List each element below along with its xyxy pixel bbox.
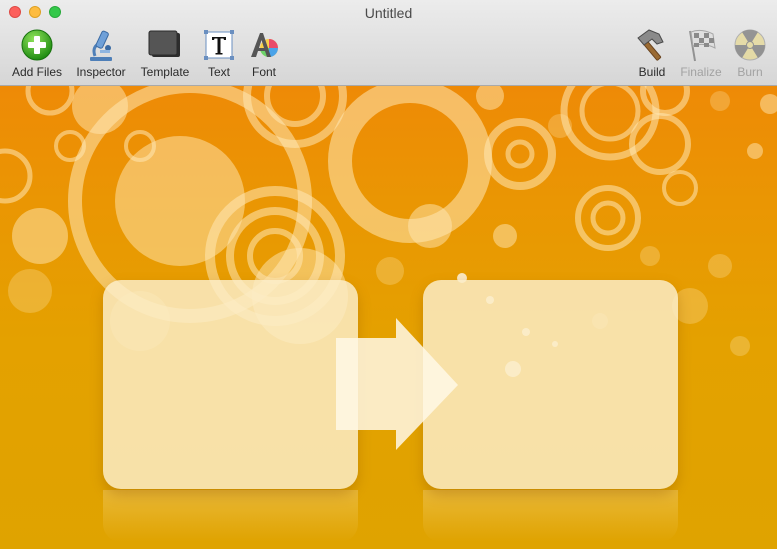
hammer-icon — [634, 27, 670, 63]
template-button[interactable]: Template — [136, 27, 194, 81]
left-dropzone-reflection — [103, 490, 358, 542]
window-title: Untitled — [364, 5, 413, 21]
inspector-label: Inspector — [76, 65, 126, 79]
checkered-flag-icon — [683, 27, 719, 63]
add-files-button[interactable]: Add Files — [8, 27, 66, 81]
template-icon — [147, 27, 183, 63]
burn-button[interactable]: Burn — [731, 27, 769, 81]
finalize-button[interactable]: Finalize — [677, 27, 725, 81]
app-window: Untitled Add Files Inspector Template Te… — [0, 0, 777, 549]
microscope-icon — [83, 27, 119, 63]
right-arrow-icon — [336, 318, 458, 450]
text-label: Text — [207, 65, 230, 79]
font-button[interactable]: Font — [244, 27, 284, 81]
font-label: Font — [251, 65, 276, 79]
text-button[interactable]: Text — [200, 27, 238, 81]
template-label: Template — [140, 65, 190, 79]
font-icon — [246, 27, 282, 63]
add-files-label: Add Files — [11, 65, 63, 79]
add-files-icon — [19, 27, 55, 63]
theme-canvas — [0, 86, 777, 549]
right-dropzone[interactable] — [423, 280, 678, 489]
burn-label: Burn — [737, 65, 763, 79]
radiation-icon — [732, 27, 768, 63]
left-dropzone[interactable] — [103, 280, 358, 489]
build-button[interactable]: Build — [632, 27, 672, 81]
inspector-button[interactable]: Inspector — [72, 27, 130, 81]
build-label: Build — [638, 65, 666, 79]
toolbar: Untitled Add Files Inspector Template Te… — [0, 0, 777, 86]
finalize-label: Finalize — [680, 65, 722, 79]
text-icon — [201, 27, 237, 63]
right-dropzone-reflection — [423, 490, 678, 542]
